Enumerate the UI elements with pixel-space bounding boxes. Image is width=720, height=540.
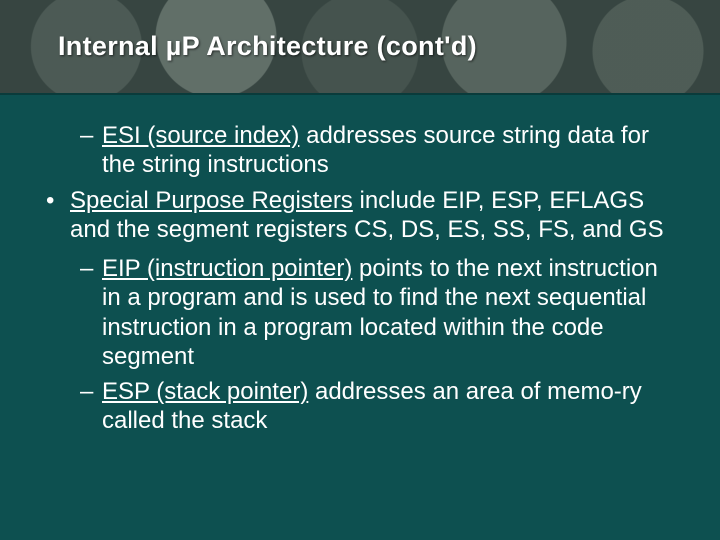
dash-marker: – [80, 254, 102, 371]
slide: Internal µP Architecture (cont'd) – ESI … [0, 0, 720, 540]
bullet-text: Special Purpose Registers include EIP, E… [70, 186, 676, 245]
term-esi: ESI (source index) [102, 122, 299, 149]
slide-title: Internal µP Architecture (cont'd) [58, 31, 477, 62]
bullet-marker: • [44, 186, 70, 245]
bullet-esi: – ESI (source index) addresses source st… [80, 121, 676, 180]
slide-content: – ESI (source index) addresses source st… [0, 95, 720, 436]
term-special: Special Purpose Registers [70, 187, 353, 214]
bullet-text: ESI (source index) addresses source stri… [102, 121, 676, 180]
bullet-esp: – ESP (stack pointer) addresses an area … [80, 377, 676, 436]
bullet-text: ESP (stack pointer) addresses an area of… [102, 377, 676, 436]
bullet-special-registers: • Special Purpose Registers include EIP,… [44, 186, 676, 245]
bullet-eip: – EIP (instruction pointer) points to th… [80, 254, 676, 371]
dash-marker: – [80, 377, 102, 436]
dash-marker: – [80, 121, 102, 180]
title-band: Internal µP Architecture (cont'd) [0, 0, 720, 95]
bullet-text: EIP (instruction pointer) points to the … [102, 254, 676, 371]
term-eip: EIP (instruction pointer) [102, 255, 352, 282]
term-esp: ESP (stack pointer) [102, 378, 308, 405]
